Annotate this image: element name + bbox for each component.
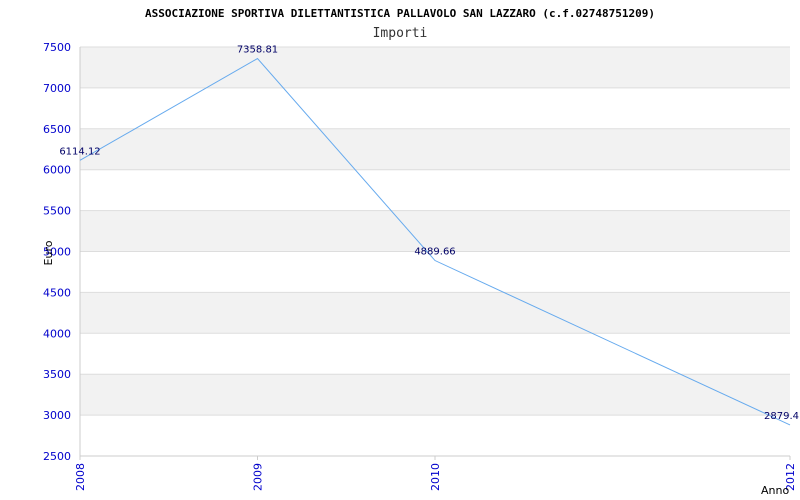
y-tick-label: 4500 [43,286,71,299]
x-tick-label: 2010 [429,463,442,491]
data-label: 2879.4 [764,411,799,422]
y-tick-label: 6000 [43,164,71,177]
x-tick-label: 2009 [252,463,265,491]
y-tick-label: 2500 [43,450,71,463]
y-axis-label: Euro [42,240,55,265]
plot-bands [80,47,790,416]
plot-band [80,47,790,88]
chart-subtitle: Importi [373,26,428,41]
y-tick-label: 3500 [43,368,71,381]
y-tick-label: 7000 [43,82,71,95]
data-label: 7358.81 [237,45,278,56]
x-axis-label: Anno [761,484,789,497]
chart-title: ASSOCIAZIONE SPORTIVA DILETTANTISTICA PA… [145,7,655,20]
y-tick-label: 6500 [43,123,71,136]
y-tick-label: 5500 [43,205,71,218]
plot-band [80,210,790,252]
data-label: 4889.66 [414,247,455,258]
plot-band [80,374,790,416]
plot-band [80,128,790,170]
plot-band [80,292,790,334]
y-tick-label: 4000 [43,327,71,340]
data-label: 6114.12 [59,146,100,157]
x-tick-label: 2008 [74,463,87,491]
y-tick-label: 7500 [43,41,71,54]
line-chart: ASSOCIAZIONE SPORTIVA DILETTANTISTICA PA… [42,7,799,497]
y-tick-label: 3000 [43,409,71,422]
x-tick-labels: 2008 2009 2010 2012 [74,456,797,491]
